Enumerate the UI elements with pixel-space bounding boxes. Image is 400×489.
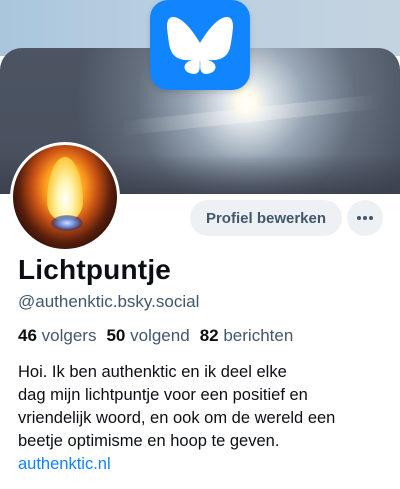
profile-bio: Hoi. Ik ben authenktic en ik deel elke d… bbox=[18, 361, 390, 476]
avatar-candle-base bbox=[51, 215, 83, 231]
more-options-button[interactable] bbox=[347, 200, 383, 236]
butterfly-logo-svg bbox=[167, 17, 233, 74]
butterfly-icon bbox=[150, 0, 250, 90]
edit-profile-button[interactable]: Profiel bewerken bbox=[190, 200, 342, 236]
bio-line: dag mijn lichtpuntje voor een positief e… bbox=[18, 386, 308, 404]
following-count: 50 bbox=[106, 326, 126, 345]
ellipsis-icon bbox=[357, 216, 373, 220]
profile-handle[interactable]: @authenktic.bsky.social bbox=[18, 292, 199, 312]
posts-count: 82 bbox=[199, 326, 219, 345]
profile-stats: 46 volgers 50 volgend 82 berichten bbox=[18, 326, 293, 346]
followers-label: volgers bbox=[41, 326, 97, 345]
display-name: Lichtpuntje bbox=[18, 254, 172, 285]
followers-link[interactable]: 46 volgers bbox=[18, 326, 96, 345]
bio-line: beetje optimisme en hoop te geven. bbox=[18, 432, 280, 450]
posts-label: berichten bbox=[223, 326, 294, 345]
bio-website-link[interactable]: authenktic.nl bbox=[18, 453, 390, 476]
avatar-flame bbox=[47, 157, 83, 221]
posts-stat: 82 berichten bbox=[200, 326, 294, 345]
followers-count: 46 bbox=[18, 326, 37, 345]
following-label: volgend bbox=[130, 326, 190, 345]
bio-line: Hoi. Ik ben authenktic en ik deel elke bbox=[18, 363, 287, 381]
avatar[interactable] bbox=[10, 142, 120, 252]
following-link[interactable]: 50 volgend bbox=[106, 326, 189, 345]
banner-sun-flare bbox=[119, 94, 381, 136]
bio-line: vriendelijk woord, en ook om de wereld e… bbox=[18, 409, 336, 427]
